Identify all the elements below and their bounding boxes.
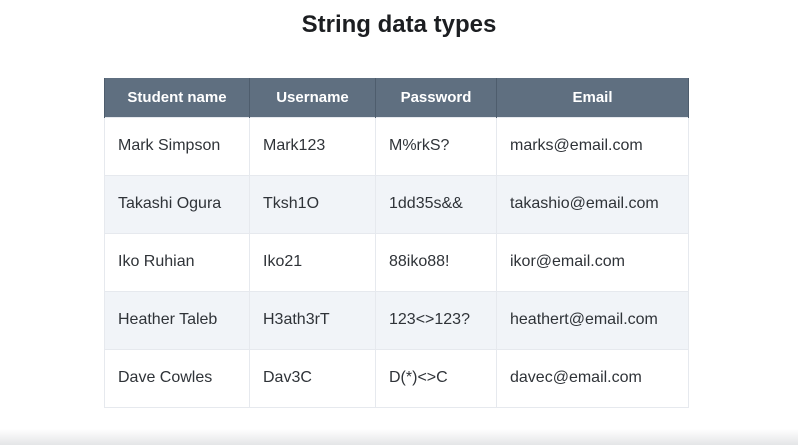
- cell-email: marks@email.com: [496, 116, 689, 176]
- cell-password: 88iko88!: [375, 232, 497, 292]
- cell-password: 1dd35s&&: [375, 174, 497, 234]
- cell-email: heathert@email.com: [496, 290, 689, 350]
- cell-email: davec@email.com: [496, 348, 689, 408]
- table-row: Mark Simpson Mark123 M%rkS? marks@email.…: [104, 116, 689, 176]
- table-header-row: Student name Username Password Email: [104, 78, 689, 117]
- cell-username: Dav3C: [249, 348, 376, 408]
- header-email: Email: [496, 78, 689, 117]
- cell-student-name: Takashi Ogura: [104, 174, 250, 234]
- cell-username: H3ath3rT: [249, 290, 376, 350]
- table-row: Dave Cowles Dav3C D(*)<>C davec@email.co…: [104, 348, 689, 408]
- cell-email: ikor@email.com: [496, 232, 689, 292]
- cell-password: 123<>123?: [375, 290, 497, 350]
- cell-password: M%rkS?: [375, 116, 497, 176]
- cell-password: D(*)<>C: [375, 348, 497, 408]
- cell-student-name: Heather Taleb: [104, 290, 250, 350]
- cell-student-name: Iko Ruhian: [104, 232, 250, 292]
- table-row: Heather Taleb H3ath3rT 123<>123? heather…: [104, 290, 689, 350]
- cell-username: Iko21: [249, 232, 376, 292]
- cell-student-name: Dave Cowles: [104, 348, 250, 408]
- cell-username: Tksh1O: [249, 174, 376, 234]
- cell-email: takashio@email.com: [496, 174, 689, 234]
- bottom-shadow: [0, 429, 798, 445]
- header-student-name: Student name: [104, 78, 250, 117]
- slide: String data types Student name Username …: [0, 0, 798, 445]
- cell-username: Mark123: [249, 116, 376, 176]
- header-username: Username: [249, 78, 376, 117]
- page-title: String data types: [301, 11, 497, 38]
- cell-student-name: Mark Simpson: [104, 116, 250, 176]
- header-password: Password: [375, 78, 497, 117]
- table-row: Iko Ruhian Iko21 88iko88! ikor@email.com: [104, 232, 689, 292]
- table-row: Takashi Ogura Tksh1O 1dd35s&& takashio@e…: [104, 174, 689, 234]
- student-data-table: Student name Username Password Email Mar…: [104, 78, 689, 408]
